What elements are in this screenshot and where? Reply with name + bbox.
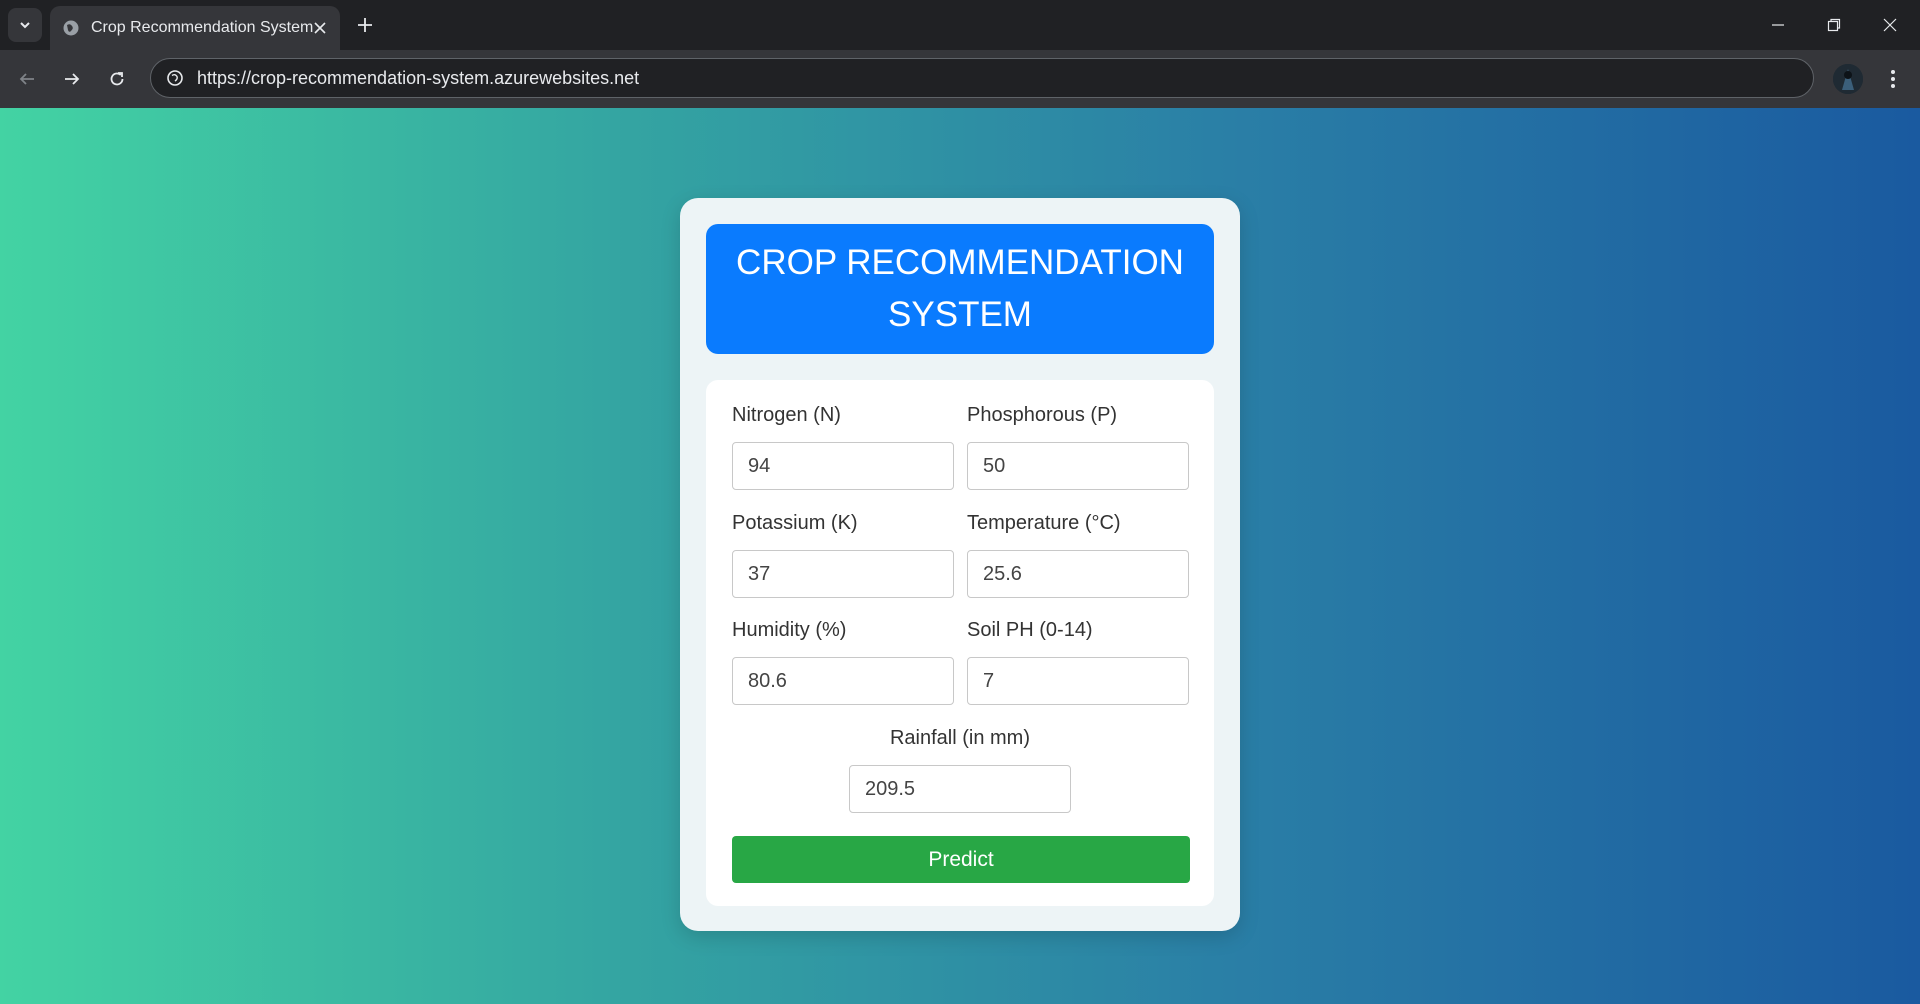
plus-icon [358,18,372,32]
site-info-icon[interactable] [165,68,185,88]
new-tab-button[interactable] [352,12,378,38]
close-icon[interactable] [310,18,330,38]
browser-tab[interactable]: Crop Recommendation System [50,6,340,50]
tab-search-button[interactable] [8,8,42,42]
rainfall-label: Rainfall (in mm) [889,727,1031,749]
window-close-button[interactable] [1862,0,1918,50]
restore-button[interactable] [1806,0,1862,50]
arrow-right-icon [65,73,80,85]
rainfall-field-group: Rainfall (in mm) [849,725,1071,813]
kebab-menu-icon [1891,70,1895,88]
potassium-input[interactable] [732,550,954,598]
nitrogen-field-group: Nitrogen (N) [732,402,954,490]
browser-menu-button[interactable] [1878,62,1908,96]
temperature-input[interactable] [967,550,1189,598]
page-title: CROP RECOMMENDATION SYSTEM [736,243,1184,334]
temperature-label: Temperature (°C) [967,512,1121,534]
humidity-label: Humidity (%) [732,619,847,641]
tab-title: Crop Recommendation System [91,19,314,36]
nitrogen-input[interactable] [732,442,954,490]
temperature-field-group: Temperature (°C) [967,510,1189,598]
close-icon [1883,18,1897,32]
reload-button[interactable] [100,62,134,96]
page-title-banner: CROP RECOMMENDATION SYSTEM [706,224,1214,354]
address-bar[interactable]: https://crop-recommendation-system.azure… [150,58,1814,98]
arrow-left-icon [19,73,34,85]
profile-avatar[interactable] [1833,64,1863,94]
humidity-field-group: Humidity (%) [732,617,954,705]
browser-toolbar: https://crop-recommendation-system.azure… [0,50,1920,108]
humidity-input[interactable] [732,657,954,705]
globe-icon [62,19,80,37]
nitrogen-label: Nitrogen (N) [732,404,841,426]
restore-icon [1827,18,1841,32]
browser-tab-bar: Crop Recommendation System [0,0,1920,50]
page-viewport: CROP RECOMMENDATION SYSTEM Nitrogen (N) … [0,108,1920,1004]
ph-input[interactable] [967,657,1189,705]
minimize-button[interactable] [1750,0,1806,50]
forward-button[interactable] [55,62,89,96]
back-button[interactable] [10,62,44,96]
reload-icon [110,72,124,86]
phosphorous-label: Phosphorous (P) [967,404,1118,426]
predict-button[interactable]: Predict [732,836,1190,883]
form-card: CROP RECOMMENDATION SYSTEM Nitrogen (N) … [680,198,1240,931]
rainfall-input[interactable] [849,765,1071,813]
crop-form: Nitrogen (N) Phosphorous (P) Potassium (… [706,380,1214,906]
url-text: https://crop-recommendation-system.azure… [197,67,640,88]
ph-field-group: Soil PH (0-14) [967,617,1189,705]
phosphorous-input[interactable] [967,442,1189,490]
minimize-icon [1772,24,1784,26]
ph-label: Soil PH (0-14) [967,619,1093,641]
chevron-down-icon [20,22,30,29]
potassium-field-group: Potassium (K) [732,510,954,598]
avatar-icon [1833,64,1863,94]
phosphorous-field-group: Phosphorous (P) [967,402,1189,490]
potassium-label: Potassium (K) [732,512,858,534]
